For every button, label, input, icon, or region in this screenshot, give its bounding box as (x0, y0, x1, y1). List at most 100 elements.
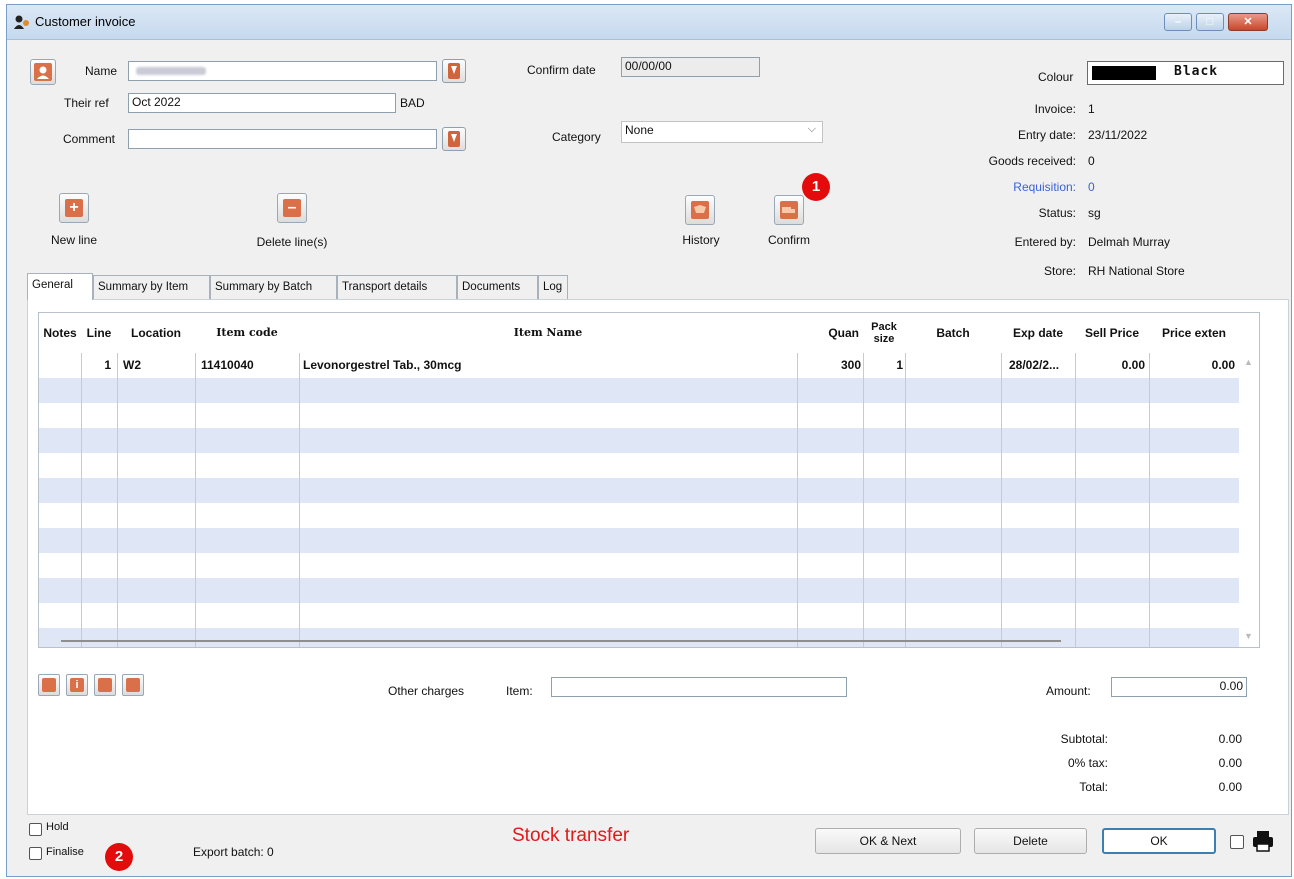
history-icon (691, 201, 709, 219)
table-row[interactable] (39, 528, 1239, 553)
column-header-notes[interactable]: Notes (39, 313, 81, 353)
table-row[interactable] (39, 428, 1239, 453)
goods-received-label: Goods received: (988, 154, 1076, 168)
hold-checkbox[interactable] (29, 823, 42, 836)
other-charges-item-field[interactable] (551, 677, 847, 697)
cell-sell-price: 0.00 (1121, 358, 1145, 372)
tab-summary-by-batch[interactable]: Summary by Batch (210, 275, 337, 299)
column-header-exp-date[interactable]: Exp date (1001, 313, 1075, 353)
new-line-label: New line (50, 233, 98, 247)
ok-button[interactable]: OK (1102, 828, 1216, 854)
title-bar: Customer invoice – □ ✕ (7, 5, 1291, 40)
table-row[interactable] (39, 553, 1239, 578)
cell-quan: 300 (840, 358, 861, 372)
entered-by-label: Entered by: (1014, 235, 1076, 249)
column-header-location[interactable]: Location (117, 313, 195, 353)
tab-transport-details[interactable]: Transport details (337, 275, 457, 299)
table-row[interactable] (39, 503, 1239, 528)
table-row[interactable] (39, 453, 1239, 478)
tab-general[interactable]: General (27, 273, 93, 300)
truck-icon (780, 201, 798, 219)
cell-item-code: 11410040 (201, 358, 254, 372)
store-value: RH National Store (1088, 264, 1185, 278)
cell-item-name: Levonorgestrel Tab., 30mcg (303, 358, 462, 372)
close-button[interactable]: ✕ (1228, 13, 1268, 31)
down-arrow-icon (448, 131, 460, 147)
confirm-label: Confirm (767, 233, 810, 247)
info-button[interactable]: i (66, 674, 88, 696)
table-row[interactable] (39, 628, 1239, 647)
table-row[interactable] (39, 603, 1239, 628)
name-dropdown-button[interactable] (442, 59, 466, 83)
tax-value: 0.00 (1218, 756, 1242, 770)
app-icon (14, 15, 29, 29)
printer-icon[interactable] (1251, 829, 1275, 853)
export-line-button[interactable] (122, 674, 144, 696)
comment-field[interactable] (128, 129, 437, 149)
scroll-down-icon[interactable]: ▼ (1244, 631, 1253, 641)
maximize-button[interactable]: □ (1196, 13, 1224, 31)
column-header-item-name[interactable]: Item Name (299, 313, 797, 353)
entry-date-value: 23/11/2022 (1088, 128, 1148, 142)
column-header-line[interactable]: Line (81, 313, 117, 353)
customer-invoice-window: Customer invoice – □ ✕ Name Their ref Oc… (6, 4, 1292, 877)
category-select[interactable]: None ⌵ (621, 121, 823, 143)
comment-dropdown-button[interactable] (442, 127, 466, 151)
table-row[interactable] (39, 403, 1239, 428)
invoice-label: Invoice: (1034, 102, 1076, 116)
column-divider (905, 353, 906, 647)
finalise-label: Finalise (46, 846, 84, 858)
confirm-date-field[interactable]: 00/00/00 (621, 57, 760, 77)
ok-next-button[interactable]: OK & Next (815, 828, 961, 854)
edit-icon (98, 678, 112, 692)
confirm-button[interactable] (774, 195, 804, 225)
column-header-quan[interactable]: Quan (797, 313, 863, 353)
vertical-scrollbar[interactable]: ▲ ▼ (1239, 353, 1259, 647)
minimize-button[interactable]: – (1164, 13, 1192, 31)
item-label: Item: (506, 684, 533, 698)
new-line-button[interactable]: + (59, 193, 89, 223)
column-divider (863, 353, 864, 647)
table-row[interactable]: 1 W2 11410040 Levonorgestrel Tab., 30mcg… (39, 353, 1239, 378)
category-value: None (625, 123, 654, 137)
column-header-pack-size[interactable]: Pack size (863, 313, 905, 353)
other-charges-label: Other charges (388, 684, 465, 698)
delete-lines-button[interactable]: – (277, 193, 307, 223)
comment-label: Comment (63, 132, 116, 146)
column-header-sell-price[interactable]: Sell Price (1075, 313, 1149, 353)
name-field[interactable] (128, 61, 437, 81)
column-divider (1149, 353, 1150, 647)
colour-label: Colour (1038, 70, 1074, 84)
table-header: Notes Line Location Item code Item Name … (39, 313, 1239, 353)
table-row[interactable] (39, 378, 1239, 403)
horizontal-scrollbar[interactable] (61, 640, 1061, 642)
tab-log[interactable]: Log (538, 275, 568, 299)
general-tab-panel: Notes Line Location Item code Item Name … (27, 299, 1289, 815)
export-batch-label: Export batch: 0 (193, 845, 274, 859)
colour-field[interactable]: Black (1087, 61, 1284, 85)
column-header-item-code[interactable]: Item code (195, 313, 299, 353)
chevron-down-icon: ⌵ (807, 123, 816, 135)
table-row[interactable] (39, 578, 1239, 603)
column-header-price-exten[interactable]: Price exten (1149, 313, 1239, 353)
scroll-up-icon[interactable]: ▲ (1244, 357, 1253, 367)
subtotal-label: Subtotal: (1060, 732, 1108, 746)
store-label: Store: (1043, 264, 1076, 278)
edit-line-button[interactable] (94, 674, 116, 696)
column-header-batch[interactable]: Batch (905, 313, 1001, 353)
requisition-label[interactable]: Requisition: (1013, 180, 1076, 194)
delete-button[interactable]: Delete (974, 828, 1087, 854)
invoice-lines-table: Notes Line Location Item code Item Name … (38, 312, 1260, 648)
table-row[interactable] (39, 478, 1239, 503)
requisition-value[interactable]: 0 (1088, 180, 1095, 194)
history-button[interactable] (685, 195, 715, 225)
finalise-checkbox[interactable] (29, 847, 42, 860)
print-checkbox[interactable] (1230, 835, 1244, 849)
their-ref-field[interactable]: Oct 2022 (128, 93, 396, 113)
amount-field[interactable]: 0.00 (1111, 677, 1247, 697)
insert-line-button[interactable] (38, 674, 60, 696)
insert-icon (42, 678, 56, 692)
tab-documents[interactable]: Documents (457, 275, 538, 299)
tab-summary-by-item[interactable]: Summary by Item (93, 275, 210, 299)
name-lookup-button[interactable] (30, 59, 56, 85)
